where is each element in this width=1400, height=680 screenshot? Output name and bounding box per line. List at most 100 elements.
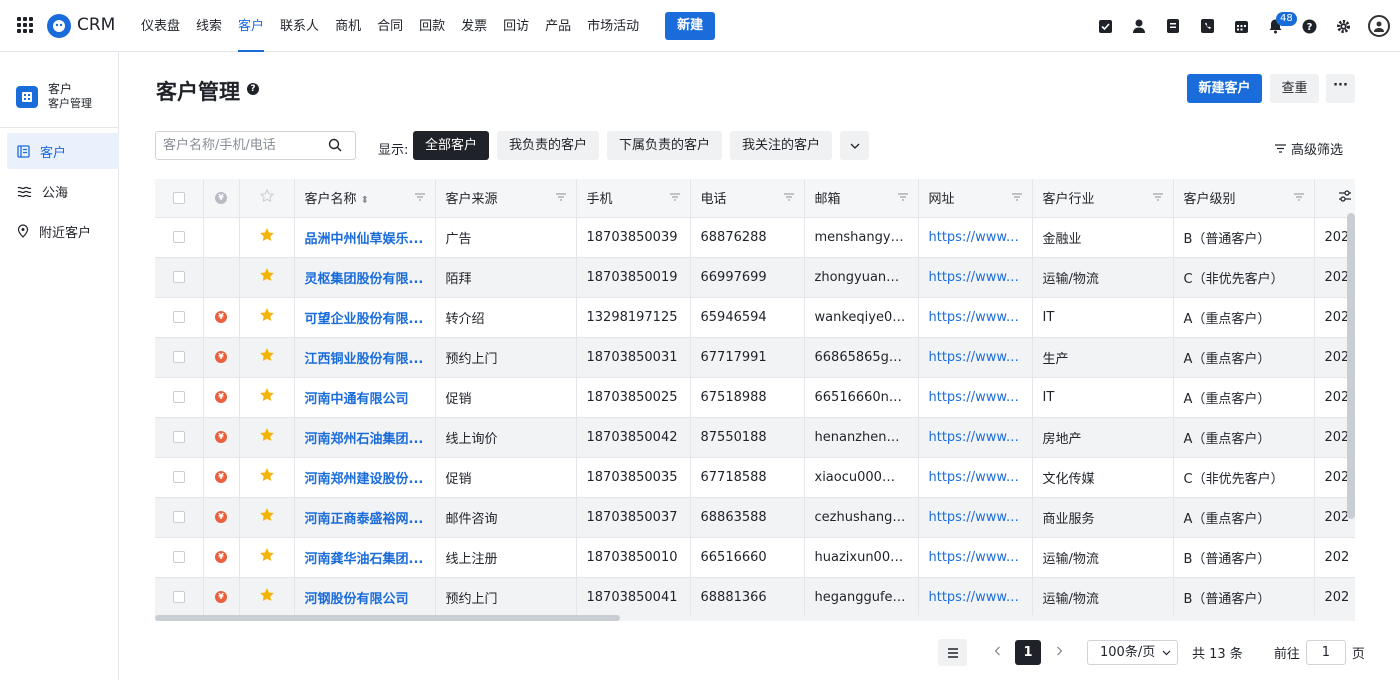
phone-book-icon[interactable]: [1198, 17, 1216, 35]
star-icon[interactable]: [259, 307, 275, 323]
tab-followed-customers[interactable]: 我关注的客户: [730, 131, 833, 160]
sidebar-item-public-pool[interactable]: 公海: [7, 173, 119, 209]
help-question-icon[interactable]: ?: [247, 83, 259, 95]
next-page-button[interactable]: [1047, 645, 1071, 660]
star-icon[interactable]: [259, 387, 275, 403]
customer-name-link[interactable]: 灵枢集团股份有限...: [294, 257, 436, 298]
table-row[interactable]: ¥ 河南正商泰盛裕网... 邮件咨询 18703850037 68863588 cezhu…: [155, 497, 1355, 538]
nav-item-dashboard[interactable]: 仪表盘: [133, 0, 188, 52]
column-settings-header[interactable]: [1314, 179, 1355, 218]
column-filter-icon[interactable]: [669, 193, 680, 201]
star-icon[interactable]: [259, 507, 275, 523]
nav-item-opportunities[interactable]: 商机: [327, 0, 369, 52]
customer-name-link[interactable]: 河南中通有限公司: [294, 377, 436, 418]
website-link[interactable]: https://www.1...: [918, 377, 1033, 418]
column-header-url[interactable]: 网址: [918, 179, 1033, 218]
website-link[interactable]: https://www.2...: [918, 457, 1033, 498]
search-input[interactable]: [156, 132, 316, 159]
avatar[interactable]: [1368, 15, 1390, 37]
table-row[interactable]: ¥ 河南龚华油石集团... 线上注册 18703850010 66516660 huazi…: [155, 537, 1355, 578]
sidebar-item-nearby[interactable]: 附近客户: [7, 213, 119, 249]
nav-item-payments[interactable]: 回款: [411, 0, 453, 52]
document-icon[interactable]: [1164, 17, 1182, 35]
website-link[interactable]: https://www.2...: [918, 217, 1033, 258]
row-checkbox[interactable]: [172, 311, 185, 323]
table-row[interactable]: ¥ 可望企业股份有限... 转介绍 13298197125 65946594 wankeq…: [155, 297, 1355, 338]
column-settings-icon[interactable]: [1338, 190, 1352, 202]
row-checkbox[interactable]: [172, 511, 185, 523]
sort-icon[interactable]: ⬍: [361, 195, 369, 206]
page-size-select[interactable]: 100条/页: [1087, 640, 1178, 665]
column-filter-icon[interactable]: [897, 193, 908, 201]
star-icon[interactable]: [259, 427, 275, 443]
table-row[interactable]: ¥ 河钢股份有限公司 预约上门 18703850041 68881366 heganggu…: [155, 577, 1355, 617]
calendar-icon[interactable]: [1232, 17, 1250, 35]
customer-name-link[interactable]: 河南郑州建设股份...: [294, 457, 436, 498]
more-tabs-dropdown[interactable]: [840, 131, 870, 160]
table-row[interactable]: 灵枢集团股份有限... 陌拜 18703850019 66997699 zhongyua…: [155, 257, 1355, 298]
help-icon[interactable]: ?: [1300, 17, 1318, 35]
nav-item-contracts[interactable]: 合同: [369, 0, 411, 52]
nav-item-followups[interactable]: 回访: [495, 0, 537, 52]
website-link[interactable]: https://www.6...: [918, 297, 1033, 338]
nav-item-marketing[interactable]: 市场活动: [579, 0, 647, 52]
website-link[interactable]: https://www.1...: [918, 257, 1033, 298]
star-icon[interactable]: [259, 227, 275, 243]
column-header-mobile[interactable]: 手机: [576, 179, 691, 218]
column-header-industry[interactable]: 客户行业: [1032, 179, 1174, 218]
tab-my-customers[interactable]: 我负责的客户: [497, 131, 600, 160]
customer-name-link[interactable]: 可望企业股份有限...: [294, 297, 436, 338]
column-filter-icon[interactable]: [1152, 193, 1163, 201]
column-filter-icon[interactable]: [555, 193, 566, 201]
nav-item-leads[interactable]: 线索: [188, 0, 230, 52]
column-header-source[interactable]: 客户来源: [435, 179, 577, 218]
user-icon[interactable]: [1130, 17, 1148, 35]
nav-item-customers[interactable]: 客户: [230, 0, 272, 52]
customer-name-link[interactable]: 品洲中州仙草娱乐...: [294, 217, 436, 258]
nav-item-invoices[interactable]: 发票: [453, 0, 495, 52]
column-filter-icon[interactable]: [1011, 193, 1022, 201]
column-header-level[interactable]: 客户级别: [1173, 179, 1315, 218]
sidebar-item-customers[interactable]: 客户: [7, 133, 119, 169]
table-row[interactable]: ¥ 江西铜业股份有限... 预约上门 18703850031 67717991 66865…: [155, 337, 1355, 378]
column-filter-icon[interactable]: [414, 193, 425, 201]
table-row[interactable]: ¥ 河南郑州建设股份... 促销 18703850035 67718588 xiaocu0…: [155, 457, 1355, 498]
page-number-current[interactable]: 1: [1015, 640, 1041, 665]
customer-name-link[interactable]: 河南正商泰盛裕网...: [294, 497, 436, 538]
customer-name-link[interactable]: 河钢股份有限公司: [294, 577, 436, 617]
prev-page-button[interactable]: [985, 645, 1009, 660]
dedupe-button[interactable]: 查重: [1270, 74, 1319, 103]
advanced-filter-button[interactable]: 高级筛选: [1275, 139, 1343, 158]
table-row[interactable]: ¥ 河南郑州石油集团... 线上询价 18703850042 87550188 henan…: [155, 417, 1355, 458]
star-icon[interactable]: [259, 467, 275, 483]
nav-item-contacts[interactable]: 联系人: [272, 0, 327, 52]
nav-item-products[interactable]: 产品: [537, 0, 579, 52]
website-link[interactable]: https://www.3...: [918, 577, 1033, 617]
table-row[interactable]: ¥ 河南中通有限公司 促销 18703850025 67518988 66516660ne…: [155, 377, 1355, 418]
select-all-checkbox[interactable]: [172, 191, 185, 204]
website-link[interactable]: https://www.3...: [918, 417, 1033, 458]
column-header-email[interactable]: 邮箱: [804, 179, 919, 218]
column-filter-icon[interactable]: [783, 193, 794, 201]
settings-gear-icon[interactable]: [1334, 17, 1352, 35]
horizontal-scrollbar[interactable]: [155, 615, 620, 621]
row-checkbox[interactable]: [172, 471, 185, 483]
column-header-phone[interactable]: 电话: [690, 179, 805, 218]
row-checkbox[interactable]: [172, 231, 185, 243]
star-icon[interactable]: [259, 267, 275, 283]
star-icon[interactable]: [259, 347, 275, 363]
task-check-icon[interactable]: [1096, 17, 1114, 35]
website-link[interactable]: https://www.2...: [918, 337, 1033, 378]
new-button[interactable]: 新建: [665, 12, 716, 40]
app-grid-icon[interactable]: [17, 17, 33, 33]
goto-page-input[interactable]: 1: [1305, 640, 1346, 665]
customer-name-link[interactable]: 河南郑州石油集团...: [294, 417, 436, 458]
column-filter-icon[interactable]: [1293, 193, 1304, 201]
bell-icon[interactable]: 48: [1266, 12, 1297, 35]
row-checkbox[interactable]: [172, 351, 185, 363]
search-icon[interactable]: [328, 138, 342, 152]
row-checkbox[interactable]: [172, 591, 185, 603]
row-checkbox[interactable]: [172, 431, 185, 443]
row-checkbox[interactable]: [172, 271, 185, 283]
more-actions-button[interactable]: ···: [1326, 74, 1355, 103]
